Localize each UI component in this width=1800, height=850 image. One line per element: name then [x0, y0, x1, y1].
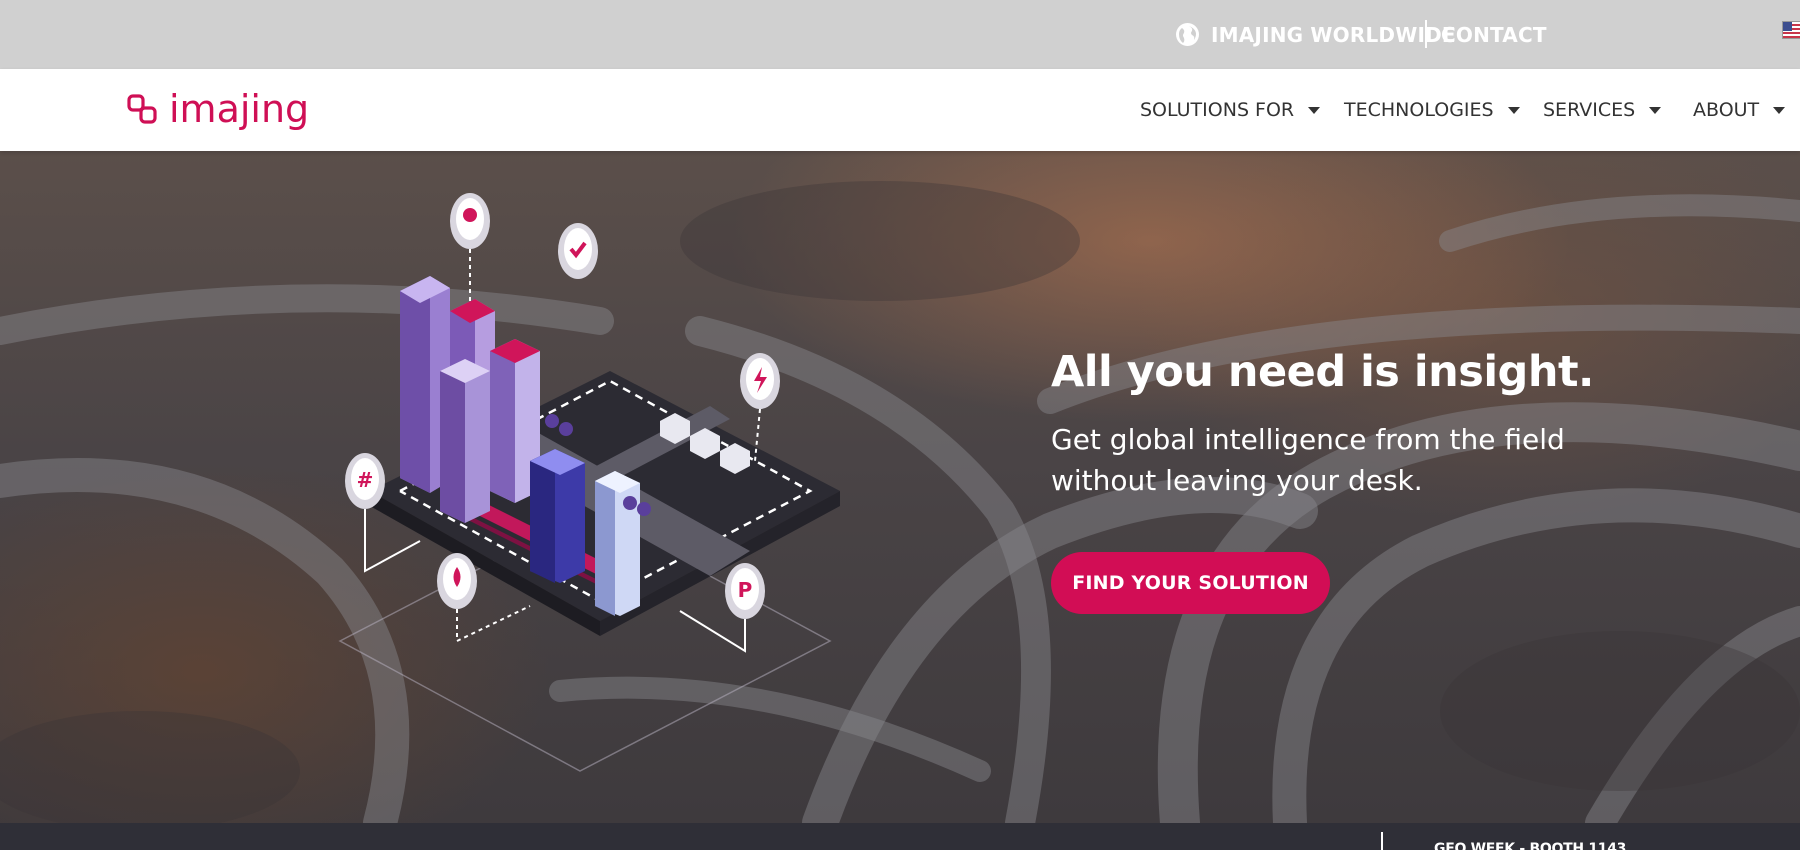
- nav-label: TECHNOLOGIES: [1344, 99, 1494, 121]
- caret-down-icon: [1507, 106, 1520, 114]
- nav-services[interactable]: SERVICES: [1543, 69, 1662, 151]
- hero-subtitle: Get global intelligence from the field w…: [1051, 419, 1651, 501]
- utility-bar: IMAJING WORLDWIDE CONTACT: [0, 0, 1800, 69]
- divider: [1381, 832, 1383, 850]
- contact-link[interactable]: CONTACT: [1441, 0, 1547, 69]
- svg-text:P: P: [738, 578, 753, 602]
- nav-technologies[interactable]: TECHNOLOGIES: [1344, 69, 1520, 151]
- us-flag-icon[interactable]: [1782, 21, 1800, 39]
- logo-wordmark: imajing: [169, 87, 310, 131]
- nav-about[interactable]: ABOUT: [1693, 69, 1786, 151]
- caret-down-icon: [1773, 106, 1786, 114]
- smart-city-illustration: # P: [338, 193, 840, 772]
- globe-icon: [1176, 23, 1199, 46]
- nav-label: SOLUTIONS FOR: [1140, 99, 1295, 121]
- worldwide-link[interactable]: IMAJING WORLDWIDE: [1176, 0, 1456, 69]
- hero-section: # P All you need is insight. Get global …: [0, 151, 1800, 823]
- divider: [1425, 20, 1427, 48]
- nav-label: SERVICES: [1543, 99, 1636, 121]
- find-your-solution-button[interactable]: FIND YOUR SOLUTION: [1051, 552, 1330, 614]
- worldwide-label: IMAJING WORLDWIDE: [1211, 22, 1456, 47]
- nav-label: ABOUT: [1693, 99, 1760, 121]
- hero-subtitle-line: Get global intelligence from the field: [1051, 423, 1565, 456]
- caret-down-icon: [1308, 106, 1321, 114]
- event-banner: GEO WEEK - BOOTH 1143: [0, 823, 1800, 850]
- caret-down-icon: [1649, 106, 1662, 114]
- hero-subtitle-line: without leaving your desk.: [1051, 464, 1423, 497]
- main-navbar: imajing SOLUTIONS FOR TECHNOLOGIES SERVI…: [0, 69, 1800, 151]
- hero-title: All you need is insight.: [1051, 347, 1594, 397]
- imajing-logo[interactable]: imajing: [127, 87, 309, 135]
- svg-text:#: #: [357, 468, 374, 492]
- logo-mark-icon: [127, 92, 165, 130]
- event-text[interactable]: GEO WEEK - BOOTH 1143: [1434, 841, 1626, 850]
- nav-solutions-for[interactable]: SOLUTIONS FOR: [1140, 69, 1321, 151]
